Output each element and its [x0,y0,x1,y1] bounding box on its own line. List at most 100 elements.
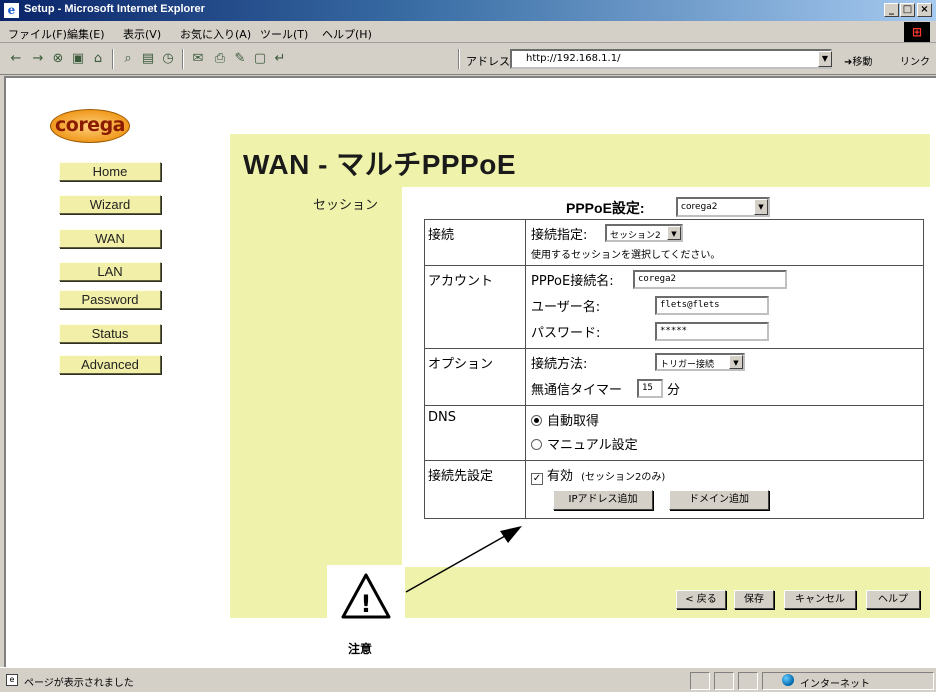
address-field[interactable]: http://192.168.1.1/ [510,49,832,69]
cancel-button[interactable]: キャンセル [784,590,856,609]
favorites-icon[interactable]: ▤ [140,51,156,67]
dns-manual-label: マニュアル設定 [547,438,638,453]
save-button[interactable]: 保存 [734,590,774,609]
table-row: オプション 接続方法: トリガー接続 ▼ 無通信タイマー 15 分 [424,348,924,406]
destination-buttons-line: IPアドレス追加 ドメイン追加 [531,490,923,514]
pppoe-name-input[interactable]: corega2 [633,270,787,289]
dns-manual-option[interactable]: マニュアル設定 [531,434,923,456]
maximize-button[interactable]: □ [900,3,915,17]
status-cell [714,672,734,690]
account-cell: PPPoE接続名: corega2 ユーザー名: flets@flets パスワ… [525,265,924,349]
nav-wan-button[interactable]: WAN [59,229,161,248]
idle-timer-label: 無通信タイマー [531,383,623,398]
messenger-icon[interactable]: ↵ [272,51,288,67]
idle-timer-input[interactable]: 15 [637,379,663,398]
connection-hint: 使用するセッションを選択してください。 [531,250,721,261]
zone-label: インターネット [800,679,870,690]
back-button[interactable]: < 戻る [676,590,726,609]
connect-method-select[interactable]: トリガー接続 ▼ [655,353,745,371]
refresh-icon[interactable]: ▣ [70,51,86,67]
chevron-down-icon: ▼ [667,226,681,240]
links-button[interactable]: リンク [900,53,930,68]
windows-logo-icon: ⊞ [904,22,930,42]
username-line: ユーザー名: flets@flets [531,296,923,318]
address-dropdown-arrow-icon[interactable]: ▼ [818,51,832,67]
menu-file[interactable]: ファイル(F) [8,26,67,42]
username-label: ユーザー名: [531,300,601,315]
nav-advanced-button[interactable]: Advanced [59,355,161,374]
options-header: オプション [424,348,526,406]
toolbar-separator [112,49,114,69]
nav-home-button[interactable]: Home [59,162,161,181]
chevron-down-icon: ▼ [729,355,743,369]
go-label: 移動 [852,57,873,68]
toolbar: ← → ⊗ ▣ ⌂ ⌕ ▤ ◷ ✉ ⎙ ✎ ▢ ↵ アドレス(D) http:/… [0,43,936,75]
forward-icon[interactable]: → [30,51,46,67]
menu-help[interactable]: ヘルプ(H) [322,26,372,42]
connection-select[interactable]: セッション2 ▼ [605,224,683,242]
page-title: WAN - マルチPPPoE [243,149,517,180]
edit-icon[interactable]: ✎ [232,51,248,67]
dns-auto-radio[interactable] [531,415,542,426]
connection-label: 接続指定: [531,228,588,243]
destination-header: 接続先設定 [424,460,526,519]
minimize-button[interactable]: _ [884,3,899,17]
pppoe-select-value: corega2 [681,202,718,212]
dns-manual-radio[interactable] [531,439,542,450]
dns-auto-option[interactable]: 自動取得 [531,410,923,432]
settings-table: 接続 接続指定: セッション2 ▼ 使用するセッションを選択してください。 アカ… [424,219,924,519]
menu-view[interactable]: 表示(V) [123,26,161,42]
menu-tools[interactable]: ツール(T) [260,26,308,42]
connect-method-value: トリガー接続 [660,360,715,370]
destination-enable-note: (セッション2のみ) [581,472,666,483]
password-label: パスワード: [531,326,601,341]
nav-status-button[interactable]: Status [59,324,161,343]
mail-icon[interactable]: ✉ [190,51,206,67]
page-icon: e [6,674,18,686]
back-icon[interactable]: ← [8,51,24,67]
table-row: 接続 接続指定: セッション2 ▼ 使用するセッションを選択してください。 [424,219,924,266]
help-button[interactable]: ヘルプ [866,590,920,609]
nav-wizard-button[interactable]: Wizard [59,195,161,214]
section-label: セッション [313,198,379,213]
connection-select-value: セッション2 [610,231,661,241]
dns-header: DNS [424,405,526,461]
add-domain-button[interactable]: ドメイン追加 [669,490,769,510]
table-row: 接続先設定 ✓ 有効 (セッション2のみ) IPアドレス追加 ドメイン追加 [424,460,924,519]
status-text: ページが表示されました [24,678,134,689]
chevron-down-icon: ▼ [754,199,768,215]
globe-icon [782,674,794,686]
add-ip-address-button[interactable]: IPアドレス追加 [553,490,653,510]
password-input[interactable]: ***** [655,322,769,341]
destination-enable-checkbox[interactable]: ✓ [531,473,543,485]
pppoe-name-label: PPPoE接続名: [531,274,614,289]
warning-symbol: ! [361,590,372,618]
status-bar: e ページが表示されました インターネット [0,667,936,692]
pppoe-settings-select[interactable]: corega2 ▼ [676,197,770,217]
print-icon[interactable]: ⎙ [212,51,228,67]
nav-lan-button[interactable]: LAN [59,262,161,281]
discuss-icon[interactable]: ▢ [252,51,268,67]
username-input[interactable]: flets@flets [655,296,769,315]
pppoe-settings-label: PPPoE設定: [566,200,645,216]
menu-favorites[interactable]: お気に入り(A) [180,26,251,42]
connection-cell: 接続指定: セッション2 ▼ 使用するセッションを選択してください。 [525,219,924,266]
account-header: アカウント [424,265,526,349]
nav-password-button[interactable]: Password [59,290,161,309]
window-title-bar: e Setup - Microsoft Internet Explorer _ … [0,0,936,21]
history-icon[interactable]: ◷ [160,51,176,67]
logo-text: corega [55,114,126,136]
close-button[interactable]: × [917,3,932,17]
go-button[interactable]: ➜移動 [844,53,872,68]
toolbar-separator [458,49,460,69]
menu-edit[interactable]: 編集(E) [67,26,105,42]
stop-icon[interactable]: ⊗ [50,51,66,67]
table-row: DNS 自動取得 マニュアル設定 [424,405,924,461]
destination-enable-line: ✓ 有効 (セッション2のみ) [531,465,923,487]
dns-cell: 自動取得 マニュアル設定 [525,405,924,461]
search-icon[interactable]: ⌕ [120,51,136,67]
toolbar-separator [182,49,184,69]
connect-method-label: 接続方法: [531,357,588,372]
warning-triangle-icon: ! [341,573,391,619]
home-icon[interactable]: ⌂ [90,51,106,67]
